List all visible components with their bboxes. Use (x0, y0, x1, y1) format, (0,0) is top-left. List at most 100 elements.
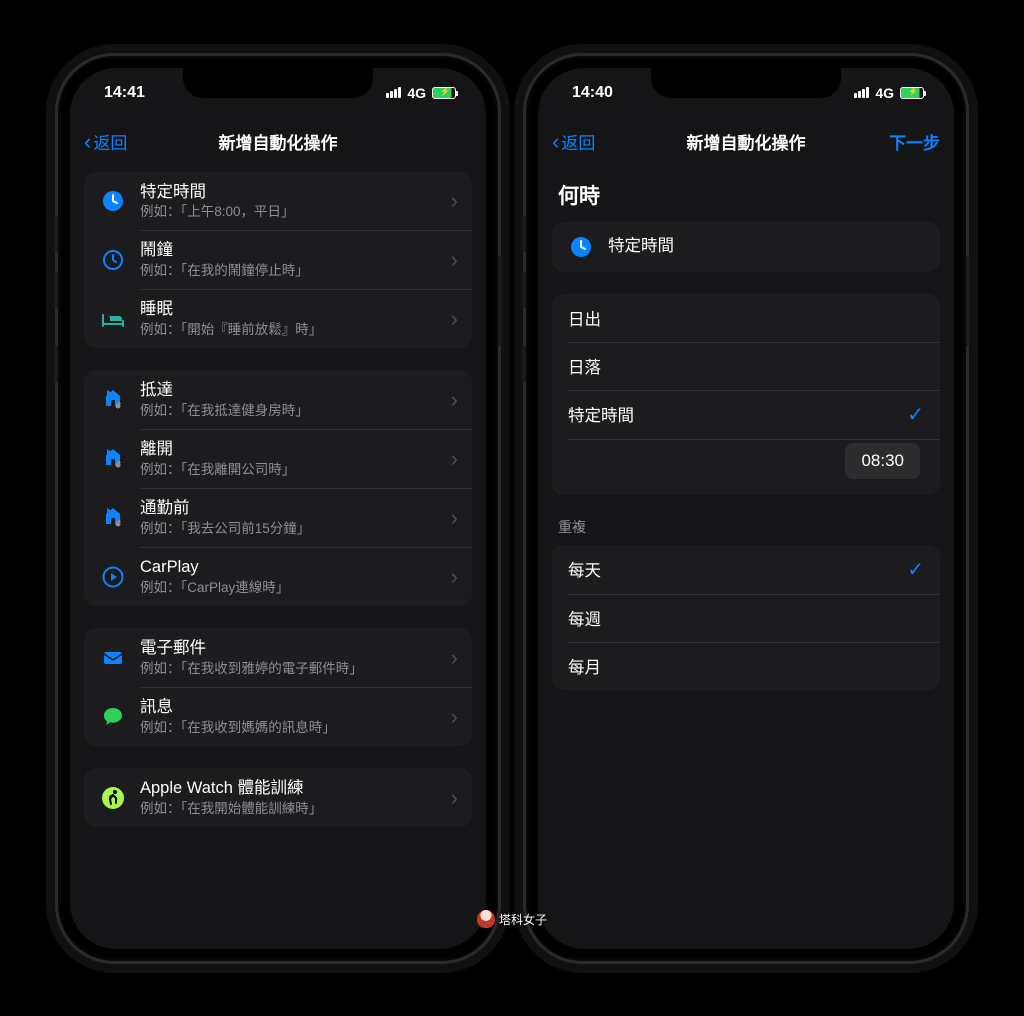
trigger-group: 特定時間 例如：「上午8:00，平日」 › 鬧鐘 例如：「在我的鬧鐘停止時」 ›… (84, 172, 472, 349)
chevron-right-icon: › (451, 645, 458, 671)
mail-icon (98, 643, 128, 673)
trigger-title: 抵達 (140, 380, 443, 401)
trigger-title: 鬧鐘 (140, 240, 443, 261)
repeat-option-label: 每天 (568, 557, 899, 581)
trigger-subtitle: 例如：「在我收到媽媽的訊息時」 (140, 719, 443, 737)
trigger-title: 訊息 (140, 697, 443, 718)
next-button[interactable]: 下一步 (746, 129, 940, 154)
when-config: 何時 特定時間 日出日落特定時間✓08:30 重複 每天✓每週每月 (538, 166, 954, 949)
phone-right: 14:40 4G ⚡ ‹ 返回 新增自動化操作 下一步 何時 特定時間 (526, 56, 966, 961)
time-options-group: 日出日落特定時間 ✓ 08:30 (552, 294, 940, 495)
signal-icon (854, 87, 869, 98)
time-option-row[interactable]: 日出 (552, 294, 940, 342)
trigger-subtitle: 例如：「在我收到雅婷的電子郵件時」 (140, 660, 443, 678)
battery-icon: ⚡ (432, 87, 456, 99)
clock-outline-icon (98, 245, 128, 275)
trigger-title: 睡眠 (140, 299, 443, 320)
trigger-group: Apple Watch 體能訓練 例如：「在我開始體能訓練時」 › (84, 768, 472, 827)
trigger-list: 特定時間 例如：「上午8:00，平日」 › 鬧鐘 例如：「在我的鬧鐘停止時」 ›… (70, 166, 486, 949)
chevron-right-icon: › (451, 785, 458, 811)
selected-trigger-row: 特定時間 (552, 222, 940, 272)
time-picker[interactable]: 08:30 (845, 443, 920, 479)
time-option-label: 日出 (568, 306, 924, 330)
leave-icon (98, 444, 128, 474)
chevron-right-icon: › (451, 564, 458, 590)
watermark-text: 塔科女子 (499, 911, 547, 928)
trigger-title: Apple Watch 體能訓練 (140, 778, 443, 799)
repeat-option-row[interactable]: 每月 (552, 642, 940, 690)
trigger-row[interactable]: 特定時間 例如：「上午8:00，平日」 › (84, 172, 472, 231)
selected-trigger-title: 特定時間 (608, 236, 926, 257)
notch (183, 68, 373, 98)
trigger-title: 特定時間 (140, 182, 443, 203)
time-option-label: 特定時間 (568, 402, 899, 426)
nav-bar: ‹ 返回 新增自動化操作 (70, 118, 486, 166)
screen-right: 14:40 4G ⚡ ‹ 返回 新增自動化操作 下一步 何時 特定時間 (538, 68, 954, 949)
workout-icon (98, 783, 128, 813)
screen-left: 14:41 4G ⚡ ‹ 返回 新增自動化操作 特定時間 例如：「上午8:00，… (70, 68, 486, 949)
battery-icon: ⚡ (900, 87, 924, 99)
trigger-subtitle: 例如：「上午8:00，平日」 (140, 203, 443, 221)
bed-icon (98, 304, 128, 334)
repeat-option-row[interactable]: 每週 (552, 594, 940, 642)
section-when-title: 何時 (552, 172, 940, 222)
trigger-row[interactable]: CarPlay 例如：「CarPlay連線時」 › (84, 547, 472, 606)
arrive-icon (98, 385, 128, 415)
back-label: 返回 (93, 129, 127, 154)
time-value-row: 08:30 (552, 439, 940, 495)
trigger-row[interactable]: Apple Watch 體能訓練 例如：「在我開始體能訓練時」 › (84, 768, 472, 827)
chevron-right-icon: › (451, 704, 458, 730)
signal-icon (386, 87, 401, 98)
chevron-right-icon: › (451, 188, 458, 214)
status-time: 14:41 (104, 84, 145, 102)
trigger-subtitle: 例如：「CarPlay連線時」 (140, 579, 443, 597)
trigger-title: CarPlay (140, 557, 443, 578)
notch (651, 68, 841, 98)
selected-trigger-header: 特定時間 (552, 222, 940, 272)
back-button[interactable]: ‹ 返回 (552, 129, 746, 154)
trigger-group: 電子郵件 例如：「在我收到雅婷的電子郵件時」 › 訊息 例如：「在我收到媽媽的訊… (84, 628, 472, 746)
commute-icon (98, 503, 128, 533)
network-label: 4G (407, 85, 426, 101)
chevron-right-icon: › (451, 247, 458, 273)
trigger-row[interactable]: 訊息 例如：「在我收到媽媽的訊息時」 › (84, 687, 472, 746)
trigger-row[interactable]: 鬧鐘 例如：「在我的鬧鐘停止時」 › (84, 230, 472, 289)
trigger-title: 電子郵件 (140, 638, 443, 659)
nav-bar: ‹ 返回 新增自動化操作 下一步 (538, 118, 954, 166)
trigger-row[interactable]: 通勤前 例如：「我去公司前15分鐘」 › (84, 488, 472, 547)
back-button[interactable]: ‹ 返回 (84, 129, 472, 154)
chevron-right-icon: › (451, 306, 458, 332)
trigger-group: 抵達 例如：「在我抵達健身房時」 › 離開 例如：「在我離開公司時」 › 通勤前… (84, 370, 472, 606)
trigger-subtitle: 例如：「在我開始體能訓練時」 (140, 800, 443, 818)
phone-left: 14:41 4G ⚡ ‹ 返回 新增自動化操作 特定時間 例如：「上午8:00，… (58, 56, 498, 961)
trigger-subtitle: 例如：「我去公司前15分鐘」 (140, 520, 443, 538)
clock-icon (566, 232, 596, 262)
trigger-row[interactable]: 睡眠 例如：「開始『睡前放鬆』時」 › (84, 289, 472, 348)
trigger-row[interactable]: 抵達 例如：「在我抵達健身房時」 › (84, 370, 472, 429)
repeat-option-label: 每週 (568, 606, 924, 630)
chevron-left-icon: ‹ (84, 131, 91, 153)
message-icon (98, 702, 128, 732)
status-time: 14:40 (572, 84, 613, 102)
time-option-row[interactable]: 特定時間 ✓ (552, 390, 940, 439)
time-option-row[interactable]: 日落 (552, 342, 940, 390)
checkmark-icon: ✓ (907, 557, 924, 582)
chevron-right-icon: › (451, 387, 458, 413)
trigger-subtitle: 例如：「在我的鬧鐘停止時」 (140, 262, 443, 280)
trigger-row[interactable]: 電子郵件 例如：「在我收到雅婷的電子郵件時」 › (84, 628, 472, 687)
trigger-row[interactable]: 離開 例如：「在我離開公司時」 › (84, 429, 472, 488)
network-label: 4G (875, 85, 894, 101)
watermark-icon (477, 910, 495, 928)
repeat-options-group: 每天 ✓ 每週每月 (552, 545, 940, 690)
trigger-subtitle: 例如：「在我離開公司時」 (140, 461, 443, 479)
repeat-option-row[interactable]: 每天 ✓ (552, 545, 940, 594)
trigger-subtitle: 例如：「在我抵達健身房時」 (140, 402, 443, 420)
back-label: 返回 (561, 129, 595, 154)
watermark: 塔科女子 (477, 910, 547, 928)
checkmark-icon: ✓ (907, 402, 924, 427)
trigger-title: 離開 (140, 439, 443, 460)
time-option-label: 日落 (568, 354, 924, 378)
clock-fill-icon (98, 186, 128, 216)
chevron-right-icon: › (451, 505, 458, 531)
trigger-title: 通勤前 (140, 498, 443, 519)
